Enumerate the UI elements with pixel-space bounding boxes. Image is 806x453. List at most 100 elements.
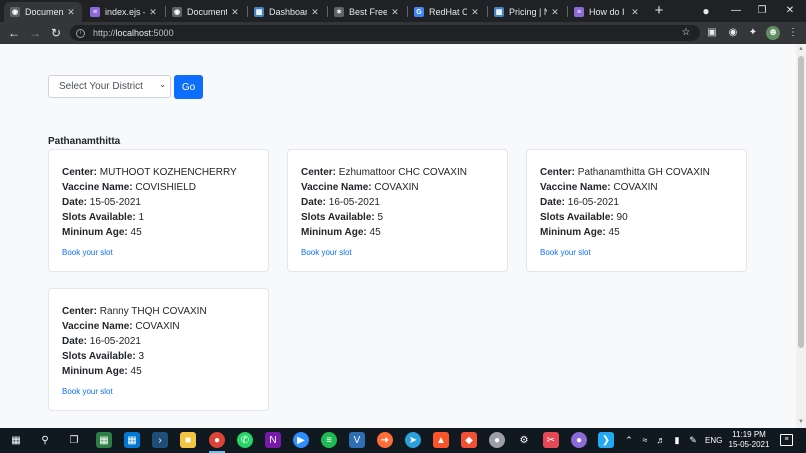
chevron-up-icon[interactable]: ⌃ xyxy=(624,435,634,446)
postman-icon[interactable]: ➜ xyxy=(377,432,393,448)
menu-kebab-icon[interactable]: ⋮ xyxy=(786,26,800,40)
brave-icon[interactable]: ▲ xyxy=(433,432,449,448)
close-icon[interactable]: ✕ xyxy=(148,7,158,18)
back-arrow-icon[interactable]: ← xyxy=(6,25,22,41)
vaccine-field: Vaccine Name: COVAXIN xyxy=(62,321,180,332)
terminal-icon[interactable]: › xyxy=(152,432,168,448)
globe-icon: ◉ xyxy=(172,7,182,17)
age-field: Mininum Age: 45 xyxy=(540,227,620,238)
globe-icon: ◉ xyxy=(10,7,20,17)
center-field: Center: MUTHOOT KOZHENCHERRY xyxy=(62,167,237,178)
zoom-icon[interactable]: ▶ xyxy=(293,432,309,448)
close-icon[interactable]: ✕ xyxy=(630,7,640,18)
snip-icon[interactable]: ✂ xyxy=(543,432,559,448)
tab-document[interactable]: ◉ Document ✕ xyxy=(4,2,82,22)
center-field: Center: Ranny THQH COVAXIN xyxy=(62,306,207,317)
clock-date: 15-05-2021 xyxy=(728,440,770,449)
forward-arrow-icon[interactable]: → xyxy=(27,25,43,41)
tab-how-do-i[interactable]: ≡ How do I s ✕ xyxy=(568,2,646,22)
browser-tab-bar: ◉ Document ✕ ≡ index.ejs – ✕ ◉ Document … xyxy=(0,0,806,22)
vaccine-field: Vaccine Name: COVAXIN xyxy=(540,182,658,193)
tab-dashboard[interactable]: ▦ Dashboard ✕ xyxy=(248,2,326,22)
scroll-up-arrow-icon[interactable]: ▲ xyxy=(797,45,805,53)
chevron-down-icon: ⌄ xyxy=(159,80,166,89)
tab-title: RedHat Op xyxy=(429,7,467,17)
age-field: Mininum Age: 45 xyxy=(62,366,142,377)
vbox-icon[interactable]: V xyxy=(349,432,365,448)
close-icon[interactable]: ✕ xyxy=(310,7,320,18)
taskbar-clock[interactable]: 11:19 PM 15-05-2021 xyxy=(728,430,770,450)
dashboard-icon: ▦ xyxy=(254,7,264,17)
telegram-icon[interactable]: ➤ xyxy=(405,432,421,448)
settings-icon[interactable]: ⚙ xyxy=(516,432,532,448)
tab-best-free[interactable]: ✶ Best Free N ✕ xyxy=(328,2,406,22)
calculator-icon[interactable]: ▦ xyxy=(96,432,112,448)
close-icon[interactable]: ✕ xyxy=(230,7,240,18)
close-icon[interactable]: ✕ xyxy=(470,7,480,18)
search-icon[interactable]: ⚲ xyxy=(37,432,53,448)
new-tab-button[interactable]: + xyxy=(650,2,668,20)
close-icon[interactable]: ✕ xyxy=(550,7,560,18)
scroll-down-arrow-icon[interactable]: ▼ xyxy=(797,418,805,426)
language-indicator[interactable]: ENG xyxy=(705,436,722,445)
tab-title: Best Free N xyxy=(349,7,387,17)
close-icon[interactable]: ✕ xyxy=(66,7,76,18)
district-heading: Pathanamthitta xyxy=(48,136,121,147)
date-field: Date: 15-05-2021 xyxy=(62,197,141,208)
reload-icon[interactable]: ↻ xyxy=(48,25,64,41)
tab-title: How do I s xyxy=(589,7,627,17)
district-select-label: Select Your District xyxy=(59,81,143,92)
git-icon[interactable]: ◆ xyxy=(461,432,477,448)
avatar[interactable]: ☻ xyxy=(766,26,780,40)
chat-icon: ≡ xyxy=(574,7,584,17)
battery-icon[interactable]: ▮ xyxy=(672,435,682,446)
spotify-icon[interactable]: ≡ xyxy=(321,432,337,448)
chrome-icon[interactable]: ● xyxy=(209,432,225,448)
book-slot-link[interactable]: Book your slot xyxy=(301,248,352,257)
tab-redhat[interactable]: G RedHat Op ✕ xyxy=(408,2,486,22)
camera-icon[interactable]: ◉ xyxy=(726,26,740,40)
book-slot-link[interactable]: Book your slot xyxy=(62,248,113,257)
restore-button[interactable]: ❐ xyxy=(754,3,770,19)
extension-square-icon[interactable]: ▣ xyxy=(705,26,719,40)
windows-icon[interactable]: ▦ xyxy=(8,432,24,448)
minimize-button[interactable]: — xyxy=(728,3,744,19)
address-bar[interactable]: i http://localhost:5000 xyxy=(70,25,700,41)
whatsapp-icon[interactable]: ✆ xyxy=(237,432,253,448)
task-view-icon[interactable]: ❐ xyxy=(66,432,82,448)
tab-pricing[interactable]: ▦ Pricing | Nc ✕ xyxy=(488,2,566,22)
slots-field: Slots Available: 3 xyxy=(62,351,145,362)
scrollbar-thumb[interactable] xyxy=(798,56,804,348)
tab-title: Dashboard xyxy=(269,7,307,17)
district-select[interactable]: Select Your District ⌄ xyxy=(48,75,171,98)
volume-icon[interactable]: ♬ xyxy=(656,435,666,445)
age-field: Mininum Age: 45 xyxy=(301,227,381,238)
date-field: Date: 16-05-2021 xyxy=(301,197,380,208)
windows-taskbar: ▦ ⚲ ❐ ▦ ▦ › ■ ● ✆ N ▶ ≡ V ➜ ➤ ▲ ◆ ● ⚙ ✂ … xyxy=(0,428,806,453)
info-icon[interactable]: i xyxy=(76,28,85,38)
disk-icon[interactable]: ● xyxy=(489,432,505,448)
center-card: Center: Ezhumattoor CHC COVAXIN Vaccine … xyxy=(287,149,508,272)
bookmark-star-icon[interactable]: ☆ xyxy=(679,26,693,40)
github-icon[interactable]: ● xyxy=(571,432,587,448)
go-button[interactable]: Go xyxy=(174,75,203,99)
puzzle-icon[interactable]: ✦ xyxy=(746,26,760,40)
notification-icon[interactable]: ≡ xyxy=(780,434,793,446)
tab-title: Pricing | Nc xyxy=(509,7,547,17)
file-explorer-icon[interactable]: ■ xyxy=(180,432,196,448)
book-slot-link[interactable]: Book your slot xyxy=(62,387,113,396)
page-viewport: Select Your District ⌄ Go Pathanamthitta… xyxy=(0,44,796,428)
vscode-icon[interactable]: ❯ xyxy=(598,432,614,448)
store-icon[interactable]: ▦ xyxy=(124,432,140,448)
center-card: Center: Ranny THQH COVAXIN Vaccine Name:… xyxy=(48,288,269,411)
tab-search-icon[interactable]: ● xyxy=(698,3,714,19)
close-window-button[interactable]: ✕ xyxy=(782,3,798,19)
close-icon[interactable]: ✕ xyxy=(390,7,400,18)
tab-document-2[interactable]: ◉ Document ✕ xyxy=(166,2,246,22)
wifi-icon[interactable]: ≈ xyxy=(640,435,650,445)
book-slot-link[interactable]: Book your slot xyxy=(540,248,591,257)
center-field: Center: Pathanamthitta GH COVAXIN xyxy=(540,167,710,178)
pen-icon[interactable]: ✎ xyxy=(688,435,698,446)
onenote-icon[interactable]: N xyxy=(265,432,281,448)
tab-index-ejs[interactable]: ≡ index.ejs – ✕ xyxy=(84,2,164,22)
